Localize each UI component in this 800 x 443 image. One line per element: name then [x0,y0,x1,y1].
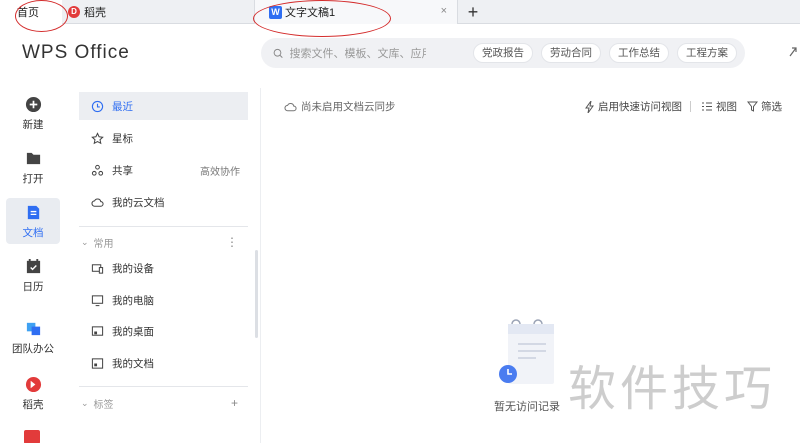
chip-project-plan[interactable]: 工程方案 [677,43,737,63]
share-icon [91,164,104,176]
writer-icon: W [269,5,282,19]
list-view-icon [702,102,712,111]
view-label: 视图 [716,101,737,113]
plus-circle-icon [25,96,41,113]
rail-item-new[interactable]: 新建 [6,90,60,136]
nav-item-shared[interactable]: 共享 高效协作 [79,156,248,184]
rail-item-label: 新建 [22,119,44,131]
empty-state-illustration [499,319,554,384]
nav-divider [79,386,248,387]
main-toolbar: 启用快速访问视图 视图 筛选 [575,99,782,114]
rail-item-calendar[interactable]: 日历 [6,252,60,298]
clock-icon [91,100,104,112]
chip-party-report[interactable]: 党政报告 [473,43,533,63]
app-icon-partial[interactable] [24,430,40,443]
nav-item-label: 我的电脑 [112,294,154,307]
tab-document[interactable]: W 文字文稿1 × [254,0,458,24]
filter-label: 筛选 [761,101,782,113]
rail-item-open[interactable]: 打开 [6,144,60,190]
tab-bar: 首页 D 稻壳 W 文字文稿1 × + [0,0,800,24]
rail-item-label: 稻壳 [22,399,44,411]
rail-item-documents[interactable]: 文档 [6,198,60,244]
nav-panel: 最近 星标 共享 高效协作 我的云文档 ⌄ 常用 ⋮ 我的设备 我的电脑 我的桌… [79,88,248,443]
panel-divider [260,88,261,443]
chip-work-summary[interactable]: 工作总结 [609,43,669,63]
rail-item-label: 日历 [22,281,44,293]
link-icon[interactable] [788,46,798,61]
chip-labor-contract[interactable]: 劳动合同 [541,43,601,63]
rail-item-label: 打开 [22,173,44,185]
rail-item-label: 团队办公 [12,343,54,355]
nav-divider [79,226,248,227]
daoke-icon: D [68,6,80,18]
nav-item-my-device[interactable]: 我的设备 [79,254,248,282]
tab-home-label: 首页 [17,7,39,19]
section-label: 标签 [93,399,114,411]
rail-item-daoke[interactable]: 稻壳 [6,370,60,416]
tab-daoke-label: 稻壳 [84,7,106,19]
star-icon [91,131,104,144]
cloud-off-icon [284,102,297,111]
device-icon [91,263,104,274]
tab-daoke[interactable]: D 稻壳 [62,0,254,24]
new-tab-button[interactable]: + [462,1,484,23]
tab-home[interactable]: 首页 [0,0,62,24]
chevron-down-icon: ⌄ [81,236,89,247]
nav-item-label: 我的云文档 [112,196,165,209]
nav-item-cloud-docs[interactable]: 我的云文档 [79,188,248,216]
cloud-icon [91,197,104,207]
filter-icon [747,101,758,112]
nav-item-starred[interactable]: 星标 [79,124,248,152]
cloud-sync-notice[interactable]: 尚未启用文档云同步 [284,99,396,114]
nav-item-my-documents[interactable]: 我的文档 [79,349,248,377]
nav-item-label: 共享 [112,164,133,177]
folder-doc-icon [91,357,104,369]
nav-item-label: 最近 [112,100,133,113]
calendar-icon [26,258,40,274]
watermark: 软件技巧 [568,361,777,417]
section-tags[interactable]: ⌄ 标签 + [79,393,248,413]
filter-button[interactable]: 筛选 [747,99,782,114]
document-icon [27,205,39,220]
section-common[interactable]: ⌄ 常用 ⋮ [79,232,248,252]
view-button[interactable]: 视图 [701,99,737,114]
daoke-icon [25,376,41,393]
nav-item-recent[interactable]: 最近 [79,92,248,120]
close-icon[interactable]: × [441,5,447,17]
tab-document-label: 文字文稿1 [285,7,336,19]
team-icon [26,322,40,336]
quick-access-label: 启用快速访问视图 [598,101,682,113]
nav-item-label: 我的文档 [112,357,154,370]
empty-state-text: 暂无访问记录 [494,401,560,413]
folder-icon [26,152,40,165]
nav-item-my-desktop[interactable]: 我的桌面 [79,317,248,345]
toolbar-separator [690,101,691,112]
chevron-down-icon: ⌄ [81,397,89,408]
more-icon[interactable]: ⋮ [226,235,238,249]
cloud-sync-text: 尚未启用文档云同步 [301,101,396,113]
search-input[interactable]: 搜索文件、模板、文库、应用、技巧... [289,45,426,61]
collab-label: 高效协作 [200,166,240,178]
nav-scrollbar[interactable] [255,250,258,338]
left-rail: 新建 打开 文档 日历 团队办公 稻壳 [0,88,66,443]
quick-access-button[interactable]: 启用快速访问视图 [585,99,682,114]
search-bar[interactable]: 搜索文件、模板、文库、应用、技巧... 党政报告 劳动合同 工作总结 工程方案 [261,38,745,68]
computer-icon [91,294,104,306]
nav-item-label: 我的设备 [112,262,154,275]
desktop-icon [91,325,104,336]
wps-logo: WPS Office [22,42,130,63]
add-tag-icon[interactable]: + [231,396,238,410]
nav-item-my-computer[interactable]: 我的电脑 [79,286,248,314]
rail-item-team-office[interactable]: 团队办公 [4,314,62,360]
lightning-icon [585,100,594,113]
nav-item-label: 我的桌面 [112,325,154,338]
search-icon [273,48,283,58]
rail-item-label: 文档 [22,227,44,239]
section-label: 常用 [93,238,114,250]
nav-item-label: 星标 [112,132,133,145]
